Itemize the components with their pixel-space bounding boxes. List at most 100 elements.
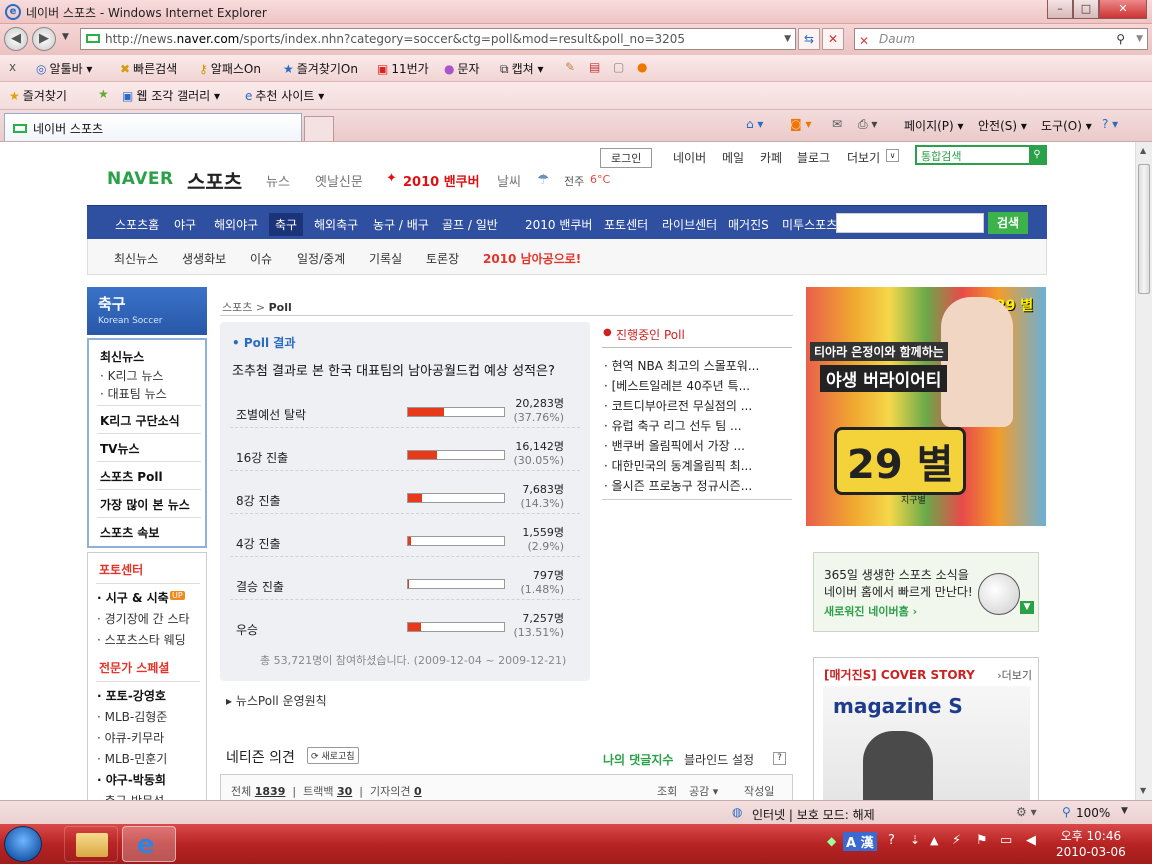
photo-item-ceremony[interactable]: · 시구 & 시축 <box>97 589 169 606</box>
menu-tv-news[interactable]: TV뉴스 <box>100 440 140 457</box>
gnb-item-vancouver[interactable]: 2010 밴쿠버 <box>525 216 592 233</box>
gnb-item-baseball[interactable]: 야구 <box>174 216 196 233</box>
expert-item-2[interactable]: · MLB-김형준 <box>97 708 167 725</box>
lnb-item-records[interactable]: 기록실 <box>369 250 402 267</box>
rss-icon[interactable]: ◙ ▾ <box>790 117 811 131</box>
lnb-item-photos[interactable]: 생생화보 <box>182 250 226 267</box>
protected-mode-icon[interactable]: ⚙ ▾ <box>1016 805 1037 819</box>
history-dropdown-icon[interactable]: ▼ <box>62 32 69 42</box>
orange-circle-icon[interactable]: ● <box>637 60 647 74</box>
cover-title[interactable]: [매거진S] COVER STORY <box>824 666 975 683</box>
poll-rules-link[interactable]: ▸ 뉴스Poll 운영원칙 <box>226 692 327 709</box>
home-icon[interactable]: ⌂ ▾ <box>746 117 763 131</box>
close-button[interactable]: ✕ <box>1099 0 1147 19</box>
tray-lightning-icon[interactable]: ⚡ <box>952 833 961 848</box>
naver-logo[interactable]: NAVER <box>107 169 174 189</box>
minimize-button[interactable]: – <box>1047 0 1073 19</box>
ongoing-item[interactable]: · 현역 NBA 최고의 스몰포워... <box>604 357 759 374</box>
action-center-flag-icon[interactable]: ⚑ <box>976 833 988 848</box>
scroll-thumb[interactable] <box>1138 164 1150 294</box>
window-titlebar[interactable]: e 네이버 스포츠 - Windows Internet Explorer – … <box>0 0 1152 24</box>
lnb-item-latest[interactable]: 최신뉴스 <box>114 250 158 267</box>
search-box[interactable]: ✕ Daum ⚲ ▼ <box>854 28 1148 50</box>
network-tray-icon[interactable]: ◆ <box>827 834 836 848</box>
back-icon[interactable]: ◀ <box>4 27 28 51</box>
cover-image[interactable]: magazine S <box>823 686 1030 800</box>
menu-latest-news[interactable]: 최신뉴스 <box>100 348 144 365</box>
menu-kleague-clubs[interactable]: K리그 구단소식 <box>100 412 180 429</box>
scroll-down-icon[interactable]: ▼ <box>1140 786 1146 795</box>
zoom-dropdown-icon[interactable]: ▼ <box>1121 806 1128 816</box>
address-bar[interactable]: http://news.naver.com/sports/index.nhn?c… <box>80 28 796 50</box>
suggested-sites[interactable]: e 추천 사이트 ▾ <box>245 87 324 104</box>
system-clock[interactable]: 오후 10:46 2010-03-06 <box>1056 828 1126 860</box>
brand-link-news[interactable]: 뉴스 <box>266 171 290 190</box>
toolbar-item-11st[interactable]: ▣ 11번가 <box>377 60 429 77</box>
total-count[interactable]: 1839 <box>255 785 286 798</box>
search-dropdown-icon[interactable]: ▼ <box>1136 29 1143 49</box>
naver-search-input[interactable]: 통합검색 ⚲ <box>915 145 1047 165</box>
trackback-count[interactable]: 30 <box>337 785 352 798</box>
vancouver-link[interactable]: 2010 밴쿠버 <box>403 171 480 190</box>
tools-menu[interactable]: 도구(O) ▾ <box>1041 117 1092 134</box>
expert-item-4[interactable]: · MLB-민훈기 <box>97 750 167 767</box>
toolbar-item-favon[interactable]: ★ 즐겨찾기On <box>283 60 358 77</box>
zoom-level[interactable]: 100% <box>1076 806 1110 820</box>
ongoing-item[interactable]: · 밴쿠버 올림픽에서 가장 ... <box>604 437 745 454</box>
sort-views[interactable]: 조회 <box>657 783 677 799</box>
mail-icon[interactable]: ✉ <box>832 117 842 131</box>
reporter-count[interactable]: 0 <box>414 785 422 798</box>
maximize-button[interactable]: □ <box>1073 0 1099 19</box>
refresh-icon[interactable]: ⇆ <box>798 28 820 50</box>
lnb-item-schedule[interactable]: 일정/중계 <box>297 250 345 267</box>
menu-sports-poll[interactable]: 스포츠 Poll <box>100 468 163 485</box>
sports-section-title[interactable]: 스포츠 <box>187 166 242 195</box>
ie-taskbar-icon[interactable]: e <box>122 826 176 862</box>
gnb-item-basketball[interactable]: 농구 / 배구 <box>373 216 429 233</box>
ongoing-item[interactable]: · 유럽 축구 리그 선두 팀 ... <box>604 417 742 434</box>
toolbar-item-sms[interactable]: ● 문자 <box>444 60 480 77</box>
cover-more-link[interactable]: ›더보기 <box>997 667 1032 683</box>
expert-item-3[interactable]: · 야큐-키무라 <box>97 729 164 746</box>
tray-expand-icon[interactable]: ▲ <box>930 834 938 847</box>
ongoing-item[interactable]: · 코트디부아르전 무실점의 ... <box>604 397 752 414</box>
scroll-up-icon[interactable]: ▲ <box>1140 146 1146 155</box>
add-favorite-icon[interactable]: ★ <box>98 87 109 101</box>
sort-date[interactable]: 작성일 <box>744 783 774 799</box>
broom-icon[interactable]: ✎ <box>565 60 575 74</box>
gnb-search-button[interactable]: 검색 <box>988 212 1028 234</box>
photo-center-title[interactable]: 포토센터 <box>99 561 143 578</box>
gnb-search-input[interactable] <box>836 213 984 233</box>
ongoing-item[interactable]: · 올시즌 프로농구 정규시즌... <box>604 477 752 494</box>
gnb-item-worldsoccer[interactable]: 해외축구 <box>314 216 358 233</box>
t-ara-ad-banner[interactable]: 29 별 티아라 은정이와 함께하는 야생 버라이어티 29 별 지구별 <box>806 287 1046 526</box>
expert-item-5[interactable]: · 야구-박동희 <box>97 771 166 788</box>
menu-kleague-news[interactable]: · K리그 뉴스 <box>100 367 163 384</box>
menu-breaking[interactable]: 스포츠 속보 <box>100 524 159 541</box>
stop-icon[interactable]: ✕ <box>822 28 844 50</box>
comments-refresh-button[interactable]: ⟳ 새로고침 <box>307 747 359 764</box>
ongoing-item[interactable]: · [베스트일레븐 40주년 특... <box>604 377 750 394</box>
gnb-item-golf[interactable]: 골프 / 일반 <box>442 216 498 233</box>
security-zone[interactable]: 인터넷 | 보호 모드: 해제 <box>752 806 875 823</box>
start-button[interactable] <box>4 826 42 862</box>
menu-most-viewed[interactable]: 가장 많이 본 뉴스 <box>100 496 190 513</box>
top-link-blog[interactable]: 블로그 <box>797 149 830 166</box>
gnb-item-sportshome[interactable]: 스포츠홈 <box>115 216 159 233</box>
naver-search-icon[interactable]: ⚲ <box>1029 147 1045 163</box>
sort-likes[interactable]: 공감 ▾ <box>689 783 718 799</box>
expert-title[interactable]: 전문가 스페셜 <box>99 659 169 676</box>
toolbar-item-alpass[interactable]: ⚷ 알패스On <box>199 60 261 77</box>
blind-settings-link[interactable]: 블라인드 설정 <box>684 751 754 768</box>
naver-home-ad[interactable]: 365일 생생한 스포츠 소식을 네이버 홈에서 빠르게 만난다! 새로워진 네… <box>813 552 1039 632</box>
volume-icon[interactable]: ◀ <box>1026 833 1036 848</box>
ime-indicator[interactable]: A 漢 <box>843 832 877 851</box>
gnb-item-live[interactable]: 라이브센터 <box>662 216 717 233</box>
help-tray-icon[interactable]: ? <box>888 833 895 848</box>
help-menu[interactable]: ? ▾ <box>1102 117 1118 131</box>
forward-icon[interactable]: ▶ <box>32 27 56 51</box>
search-icon[interactable]: ⚲ <box>1116 29 1125 49</box>
expert-item-6[interactable]: · 축구-박문성 <box>97 792 164 800</box>
more-chevron-icon[interactable]: ∨ <box>886 149 899 162</box>
help-question-icon[interactable]: ? <box>773 752 786 765</box>
